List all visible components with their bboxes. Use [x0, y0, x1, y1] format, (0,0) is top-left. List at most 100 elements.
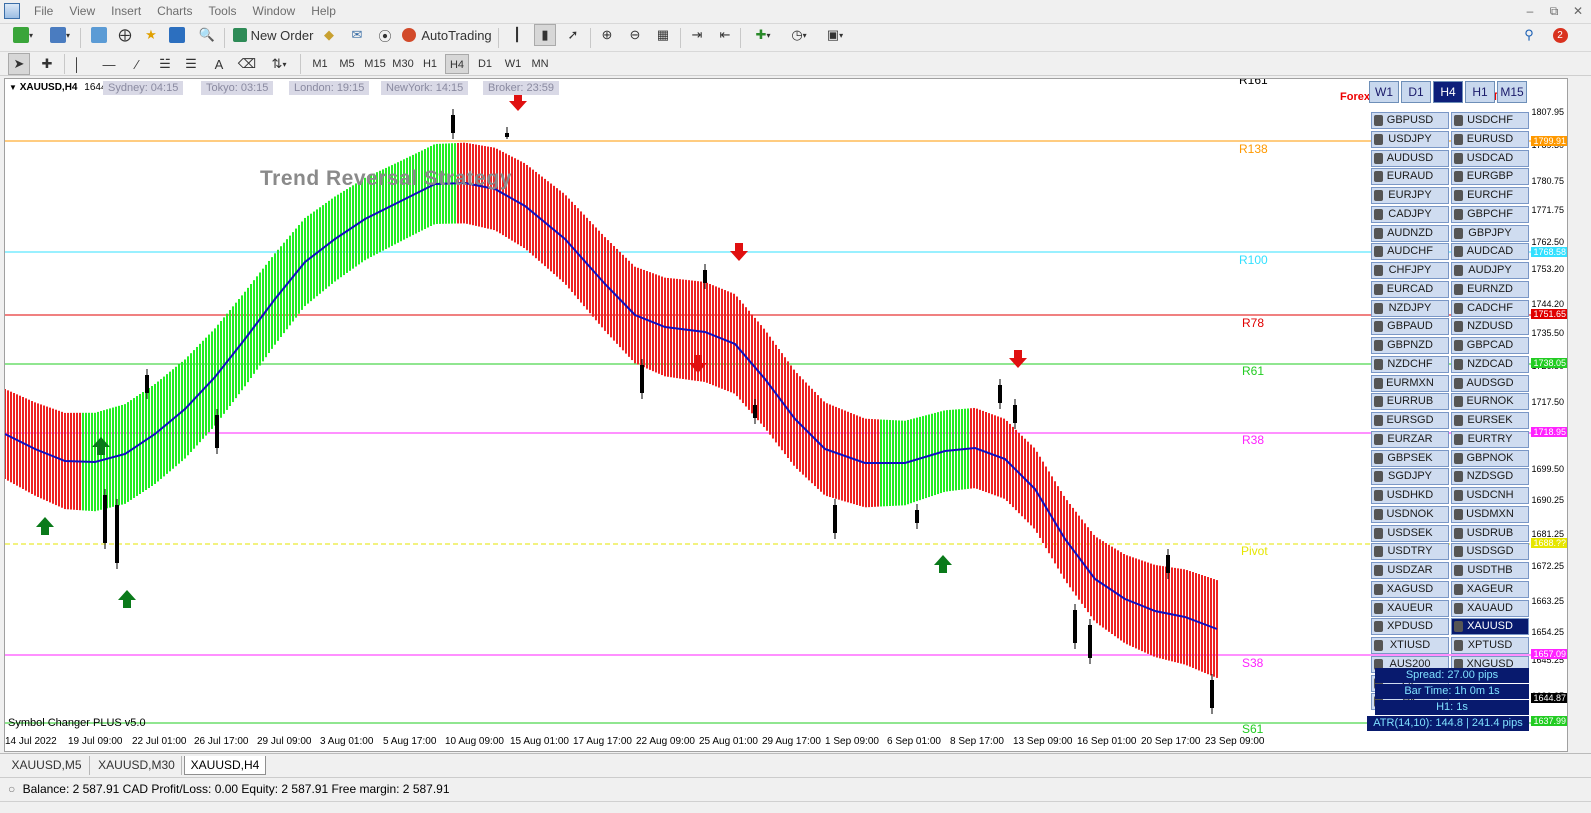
autoscroll-button[interactable]: ⇥: [686, 24, 708, 46]
symbol-button-usdhkd[interactable]: USDHKD: [1371, 487, 1449, 504]
symbol-button-eurcad[interactable]: EURCAD: [1371, 280, 1449, 298]
symbol-button-gbpchf[interactable]: GBPCHF: [1451, 205, 1529, 223]
symbol-button-eurrub[interactable]: EURRUB: [1371, 393, 1449, 411]
symbol-button-audusd[interactable]: AUDUSD: [1371, 149, 1449, 167]
symbol-button-gbpsek[interactable]: GBPSEK: [1371, 449, 1449, 467]
symbol-button-usdjpy[interactable]: USDJPY: [1371, 130, 1449, 148]
timeframe-d1[interactable]: D1: [474, 54, 496, 74]
symbol-button-gbpusd[interactable]: GBPUSD: [1371, 112, 1449, 129]
panel-tab-w1[interactable]: W1: [1369, 81, 1399, 103]
periods-button[interactable]: ◷ ▾: [784, 24, 814, 46]
symbol-button-usdcnh[interactable]: USDCNH: [1451, 487, 1529, 504]
symbol-button-eurjpy[interactable]: EURJPY: [1371, 187, 1449, 204]
symbol-button-xaueur[interactable]: XAUEUR: [1371, 599, 1449, 617]
panel-tab-d1[interactable]: D1: [1401, 81, 1431, 103]
data-window-button[interactable]: ⨁: [114, 24, 136, 46]
symbol-button-xagusd[interactable]: XAGUSD: [1371, 580, 1449, 598]
vertical-line-button[interactable]: │: [70, 53, 84, 75]
timeframe-h1[interactable]: H1: [419, 54, 441, 74]
timeframe-m30[interactable]: M30: [390, 54, 416, 74]
symbol-button-xageur[interactable]: XAGEUR: [1451, 580, 1529, 598]
crosshair-button[interactable]: ✚: [36, 53, 58, 75]
panel-tab-h1[interactable]: H1: [1465, 81, 1495, 103]
symbol-button-eurgbp[interactable]: EURGBP: [1451, 168, 1529, 186]
symbol-button-nzdsgd[interactable]: NZDSGD: [1451, 468, 1529, 486]
symbol-button-xtiusd[interactable]: XTIUSD: [1371, 637, 1449, 654]
symbol-button-chfjpy[interactable]: CHFJPY: [1371, 262, 1449, 279]
symbol-button-usdtry[interactable]: USDTRY: [1371, 543, 1449, 561]
menu-help[interactable]: Help: [303, 0, 344, 22]
symbol-button-cadjpy[interactable]: CADJPY: [1371, 205, 1449, 223]
symbol-button-audjpy[interactable]: AUDJPY: [1451, 262, 1529, 279]
menu-charts[interactable]: Charts: [149, 0, 200, 22]
market-watch-button[interactable]: [88, 24, 110, 46]
timeframe-m5[interactable]: M5: [335, 54, 359, 74]
notifications-button[interactable]: 2: [1548, 24, 1572, 46]
timeframe-m1[interactable]: M1: [308, 54, 332, 74]
strategy-tester-button[interactable]: 🔍: [196, 24, 218, 46]
tile-windows-button[interactable]: ▦: [652, 24, 674, 46]
line-chart-button[interactable]: ➚: [562, 24, 584, 46]
templates-button[interactable]: ▣ ▾: [820, 24, 850, 46]
symbol-button-gbpnok[interactable]: GBPNOK: [1451, 449, 1529, 467]
search-button[interactable]: ⚲: [1518, 24, 1540, 46]
timeframe-w1[interactable]: W1: [502, 54, 524, 74]
timeframe-m15[interactable]: M15: [362, 54, 388, 74]
new-chart-button[interactable]: ▾: [6, 24, 40, 46]
mailbox-button[interactable]: ✉: [346, 24, 368, 46]
chart-window[interactable]: ▼ XAUUSD,H4 1644 Sydney: 04:15 Tokyo: 03…: [4, 78, 1568, 752]
symbol-button-usdsgd[interactable]: USDSGD: [1451, 543, 1529, 561]
symbol-button-usdcad[interactable]: USDCAD: [1451, 149, 1529, 167]
close-icon[interactable]: ✕: [1570, 3, 1586, 19]
symbol-button-gbpnzd[interactable]: GBPNZD: [1371, 337, 1449, 354]
panel-tab-m15[interactable]: M15: [1497, 81, 1527, 103]
menu-file[interactable]: File: [26, 0, 61, 22]
navigator-button[interactable]: ★: [140, 24, 162, 46]
symbol-button-eurnzd[interactable]: EURNZD: [1451, 280, 1529, 298]
terminal-button[interactable]: [166, 24, 188, 46]
chart-shift-button[interactable]: ⇤: [714, 24, 736, 46]
symbol-button-usdmxn[interactable]: USDMXN: [1451, 505, 1529, 523]
metaeditor-button[interactable]: ◆: [318, 24, 340, 46]
zoom-out-button[interactable]: ⊖: [624, 24, 646, 46]
text-button[interactable]: A: [208, 53, 230, 75]
menu-tools[interactable]: Tools: [201, 0, 245, 22]
symbol-button-xpdusd[interactable]: XPDUSD: [1371, 618, 1449, 636]
symbol-button-eursek[interactable]: EURSEK: [1451, 412, 1529, 429]
symbol-button-xauusd[interactable]: XAUUSD: [1451, 618, 1529, 636]
symbol-button-usdrub[interactable]: USDRUB: [1451, 524, 1529, 542]
symbol-button-usdnok[interactable]: USDNOK: [1371, 505, 1449, 523]
bar-chart-button[interactable]: ┃: [506, 24, 528, 46]
zoom-in-button[interactable]: ⊕: [596, 24, 618, 46]
symbol-button-nzdusd[interactable]: NZDUSD: [1451, 318, 1529, 336]
symbol-button-eurtry[interactable]: EURTRY: [1451, 430, 1529, 448]
symbol-button-gbpcad[interactable]: GBPCAD: [1451, 337, 1529, 354]
symbol-button-eurnok[interactable]: EURNOK: [1451, 393, 1529, 411]
timeframe-h4[interactable]: H4: [445, 54, 469, 74]
signals-button[interactable]: ⦿: [374, 24, 396, 46]
new-order-button[interactable]: New Order: [232, 24, 314, 46]
symbol-button-eurusd[interactable]: EURUSD: [1451, 130, 1529, 148]
timeframe-mn[interactable]: MN: [528, 54, 552, 74]
text-label-button[interactable]: ⌫: [236, 53, 258, 75]
symbol-button-nzdchf[interactable]: NZDCHF: [1371, 355, 1449, 373]
menu-view[interactable]: View: [61, 0, 103, 22]
symbol-button-audnzd[interactable]: AUDNZD: [1371, 224, 1449, 242]
panel-tab-h4[interactable]: H4: [1433, 81, 1463, 103]
symbol-button-usdthb[interactable]: USDTHB: [1451, 562, 1529, 579]
trendline-button[interactable]: ∕: [126, 53, 148, 75]
arrows-button[interactable]: ⇅ ▾: [264, 53, 294, 75]
chart-tab-m30[interactable]: XAUUSD,M30: [92, 756, 182, 775]
indicators-button[interactable]: ✚ ▾: [748, 24, 778, 46]
minimize-icon[interactable]: –: [1522, 3, 1538, 19]
chart-tab-m5[interactable]: XAUUSD,M5: [4, 756, 90, 775]
symbol-button-eurchf[interactable]: EURCHF: [1451, 187, 1529, 204]
fibonacci-button[interactable]: ☰: [180, 53, 202, 75]
symbol-button-cadchf[interactable]: CADCHF: [1451, 299, 1529, 317]
symbol-button-nzdcad[interactable]: NZDCAD: [1451, 355, 1529, 373]
menu-insert[interactable]: Insert: [103, 0, 149, 22]
cursor-button[interactable]: ➤: [8, 53, 30, 75]
symbol-button-eurmxn[interactable]: EURMXN: [1371, 374, 1449, 392]
symbol-button-eursgd[interactable]: EURSGD: [1371, 412, 1449, 429]
price-chart[interactable]: [5, 79, 1567, 751]
